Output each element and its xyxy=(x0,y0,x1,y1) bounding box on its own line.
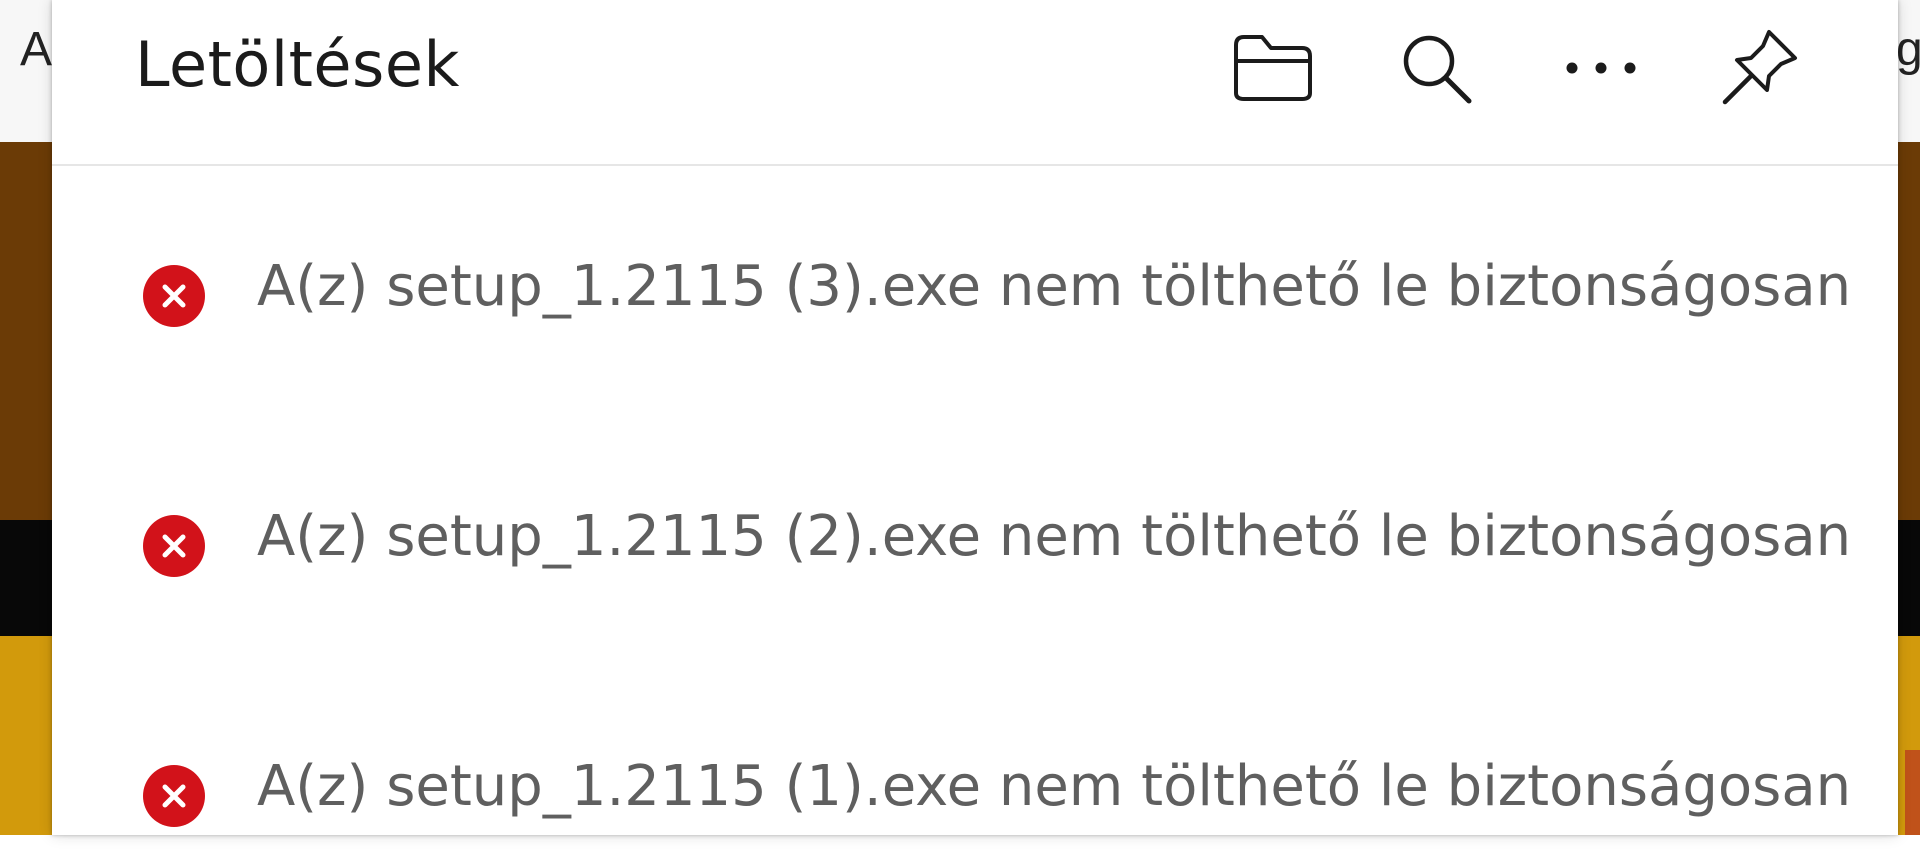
folder-icon xyxy=(1234,35,1312,101)
downloads-flyout: Letöltések A(z) setup_1.2115 (3).exe nem… xyxy=(52,0,1898,835)
page-background-accent xyxy=(1905,750,1920,835)
error-icon xyxy=(143,515,205,577)
search-icon xyxy=(1403,35,1472,104)
open-downloads-folder-button[interactable] xyxy=(1219,14,1327,122)
download-status-message: A(z) setup_1.2115 (2).exe nem tölthető l… xyxy=(257,504,1852,569)
download-status-message: A(z) setup_1.2115 (3).exe nem tölthető l… xyxy=(257,254,1852,319)
pin-downloads-button[interactable] xyxy=(1705,14,1813,122)
download-item[interactable]: A(z) setup_1.2115 (3).exe nem tölthető l… xyxy=(52,166,1898,356)
download-item[interactable]: A(z) setup_1.2115 (1).exe nem tölthető l… xyxy=(52,666,1898,856)
more-horizontal-icon xyxy=(1566,62,1636,74)
toolbar-partial-text-right: g xyxy=(1896,23,1920,76)
downloads-title: Letöltések xyxy=(135,28,460,101)
error-icon xyxy=(143,765,205,827)
more-options-button[interactable] xyxy=(1547,14,1655,122)
download-item[interactable]: A(z) setup_1.2115 (2).exe nem tölthető l… xyxy=(52,416,1898,606)
toolbar-partial-text-left: A xyxy=(20,23,53,76)
error-icon xyxy=(143,265,205,327)
download-status-message: A(z) setup_1.2115 (1).exe nem tölthető l… xyxy=(257,754,1852,819)
downloads-header: Letöltések xyxy=(52,0,1898,166)
search-downloads-button[interactable] xyxy=(1382,14,1490,122)
pin-icon xyxy=(1722,30,1797,105)
